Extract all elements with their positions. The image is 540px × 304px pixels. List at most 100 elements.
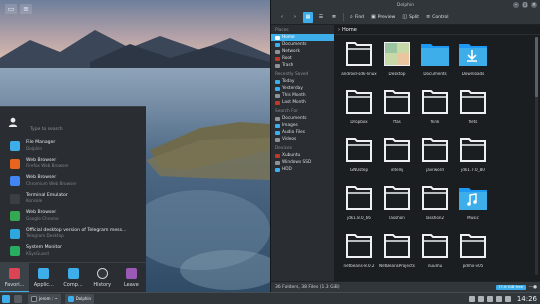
launcher-app-item[interactable]: Official desktop version of Telegram mes… xyxy=(10,228,140,244)
launcher-button[interactable] xyxy=(0,294,12,304)
task-dolphin[interactable]: Dolphin xyxy=(64,293,95,304)
file-item[interactable]: nuumu xyxy=(417,230,453,278)
places-item[interactable]: Documents xyxy=(271,41,334,48)
places-section-header: Devices xyxy=(275,146,292,151)
places-item[interactable]: Documents xyxy=(271,115,334,122)
file-item-label: netbeans-8.0.2 xyxy=(343,264,375,268)
launcher-app-item[interactable]: Web Browser Google Chrome xyxy=(10,210,140,226)
back-arrow-icon: ‹ xyxy=(281,14,283,20)
control-button[interactable]: ≡ Control xyxy=(424,12,450,23)
launcher-app-item[interactable]: Web Browser Firefox Web Browser xyxy=(10,158,140,174)
compact-view-button[interactable]: ☰ xyxy=(316,12,326,23)
terminal-icon xyxy=(31,295,37,302)
preview-button[interactable]: ▣ Preview xyxy=(369,12,397,23)
scrollbar-handle[interactable] xyxy=(535,37,538,97)
toolbar-separator xyxy=(343,13,344,21)
file-item[interactable]: netbeans-8.0.2 xyxy=(341,230,377,278)
launcher-app-item[interactable]: Terminal Emulator Konsole xyxy=(10,193,140,209)
launcher-app-item[interactable]: File Manager Dolphin xyxy=(10,140,140,156)
places-item-label: Trash xyxy=(282,63,294,68)
control-label: Control xyxy=(432,14,449,20)
app-subtitle: Google Chrome xyxy=(26,215,59,221)
launcher-app-item[interactable]: Web Browser Chromium Web Browser xyxy=(10,175,140,191)
details-view-button[interactable]: ≣ xyxy=(329,12,339,23)
file-item[interactable]: pdmx-v05 xyxy=(455,230,491,278)
file-item[interactable]: NetBeansProjects xyxy=(379,230,415,278)
file-item[interactable]: flets xyxy=(455,86,491,134)
file-item[interactable]: ffas xyxy=(379,86,415,134)
file-item[interactable]: Desktop xyxy=(379,38,415,86)
places-item[interactable]: Yesterday xyxy=(271,85,334,92)
file-item-label: ffas xyxy=(393,120,401,124)
launcher-tab[interactable]: Leave xyxy=(117,263,146,292)
user-avatar-icon[interactable] xyxy=(8,117,18,127)
file-item[interactable]: intellij xyxy=(379,134,415,182)
file-view-scrollbar[interactable] xyxy=(535,37,538,275)
clock[interactable]: 14:26 xyxy=(517,295,537,303)
clipboard-icon[interactable] xyxy=(468,295,475,302)
file-item[interactable]: Documents xyxy=(417,38,453,86)
launcher-app-item[interactable]: System Monitor KSysGuard xyxy=(10,245,140,261)
split-button[interactable]: ◫ Split xyxy=(400,12,421,23)
network-icon[interactable] xyxy=(477,295,484,302)
place-icon xyxy=(275,130,280,135)
launcher-search-input[interactable]: Type to search xyxy=(30,127,63,132)
pager-button[interactable] xyxy=(12,294,24,304)
file-item[interactable]: GNUstep xyxy=(341,134,377,182)
places-item[interactable]: Videos xyxy=(271,136,334,143)
file-item[interactable]: Dropbox xyxy=(341,86,377,134)
close-icon[interactable]: × xyxy=(531,2,537,8)
places-item[interactable]: Xubuntu xyxy=(271,152,334,159)
places-item[interactable]: Root xyxy=(271,55,334,62)
places-item[interactable]: Today xyxy=(271,78,334,85)
file-item[interactable]: javrword xyxy=(417,134,453,182)
app-subtitle: Chromium Web Browser xyxy=(26,180,77,186)
folder-icon xyxy=(344,38,374,70)
launcher-favorites-list: File Manager Dolphin Web Browser Firefox We… xyxy=(10,140,140,263)
places-item[interactable]: Last Month xyxy=(271,99,334,106)
file-item[interactable]: lasshon2 xyxy=(417,182,453,230)
places-item[interactable]: Images xyxy=(271,122,334,129)
window-titlebar[interactable]: Dolphin – □ × xyxy=(271,0,540,10)
launcher-tab[interactable]: History xyxy=(88,263,117,292)
places-item[interactable]: Network xyxy=(271,48,334,55)
launcher-tab-label: Comp... xyxy=(63,282,83,288)
desktop-folder-icon[interactable]: ▭ xyxy=(5,4,17,14)
find-button[interactable]: ⌕ Find xyxy=(348,12,366,23)
task-terminal[interactable]: jerom : ~ xyxy=(28,293,61,304)
volume-icon[interactable] xyxy=(486,295,493,302)
file-item-label: intellij xyxy=(390,168,404,172)
places-item[interactable]: Windows SSD xyxy=(271,159,334,166)
desktop-menu-icon[interactable]: ≡ xyxy=(20,4,32,14)
icons-view-button[interactable]: ▦ xyxy=(303,11,313,23)
file-item-label: pdmx-v05 xyxy=(462,264,484,268)
places-item[interactable]: Audio Files xyxy=(271,129,334,136)
places-item[interactable]: HDD xyxy=(271,166,334,173)
launcher-tab[interactable]: Favori... xyxy=(0,263,30,292)
maximize-icon[interactable]: □ xyxy=(522,2,528,8)
battery-icon[interactable] xyxy=(495,295,502,302)
file-item[interactable]: jdk1.8.0_66 xyxy=(341,182,377,230)
launcher-tab-label: History xyxy=(93,282,112,288)
places-item[interactable]: Home xyxy=(271,34,334,41)
file-item[interactable]: android-sdk-linux xyxy=(341,38,377,86)
forward-button[interactable]: › xyxy=(290,12,300,23)
launcher-tab[interactable]: Applic... xyxy=(29,263,58,292)
control-icon: ≡ xyxy=(426,14,431,20)
places-item-label: Home xyxy=(282,35,295,40)
file-item[interactable]: jdk1.7.0_80 xyxy=(455,134,491,182)
launcher-header xyxy=(8,117,18,127)
file-item[interactable]: Downloads xyxy=(455,38,491,86)
places-item[interactable]: Trash xyxy=(271,62,334,69)
back-button[interactable]: ‹ xyxy=(277,12,287,23)
places-item-label: Images xyxy=(282,123,298,128)
zoom-slider-icon[interactable]: —● xyxy=(529,285,537,290)
minimize-icon[interactable]: – xyxy=(513,2,519,8)
notifications-icon[interactable] xyxy=(504,295,511,302)
file-item[interactable]: flink xyxy=(417,86,453,134)
launcher-tab[interactable]: Comp... xyxy=(58,263,87,292)
places-item[interactable]: This Month xyxy=(271,92,334,99)
breadcrumb-home[interactable]: Home xyxy=(342,27,357,33)
file-item[interactable]: lasshon xyxy=(379,182,415,230)
file-item[interactable]: Music xyxy=(455,182,491,230)
